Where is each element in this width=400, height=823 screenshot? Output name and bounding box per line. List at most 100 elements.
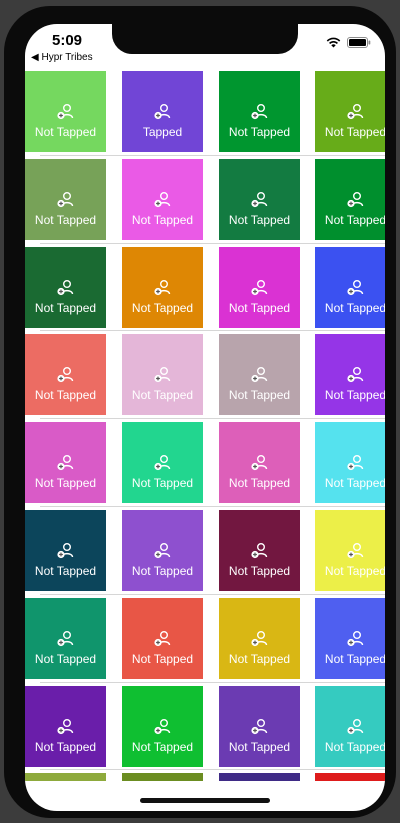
add-person-icon bbox=[56, 455, 73, 471]
add-person-icon bbox=[153, 455, 170, 471]
tribe-tile[interactable]: Not Tapped bbox=[219, 510, 300, 591]
tribe-tile[interactable]: Not Tapped bbox=[122, 422, 203, 503]
tribe-tile[interactable]: Not Tapped bbox=[122, 686, 203, 767]
tribe-tile[interactable]: Not Tapped bbox=[315, 510, 385, 591]
tile-status-label: Not Tapped bbox=[34, 388, 97, 402]
tribe-tile[interactable]: Not Tapped bbox=[25, 598, 106, 679]
tribe-tile[interactable]: Not Tapped bbox=[315, 71, 385, 152]
tribe-tile[interactable]: Not Tapped bbox=[122, 247, 203, 328]
add-person-icon bbox=[56, 104, 73, 120]
tribe-tile[interactable]: Not Tapped bbox=[25, 71, 106, 152]
tile-status-label: Not Tapped bbox=[228, 301, 291, 315]
add-person-icon bbox=[153, 280, 170, 296]
tile-status-label: Not Tapped bbox=[324, 388, 385, 402]
tile-status-label: Not Tapped bbox=[228, 476, 291, 490]
tribe-tile[interactable]: Not Tapped bbox=[219, 247, 300, 328]
tribe-tile[interactable]: Not Tapped bbox=[122, 510, 203, 591]
tile-status-label: Not Tapped bbox=[131, 652, 194, 666]
add-person-icon bbox=[346, 280, 363, 296]
add-person-icon bbox=[56, 367, 73, 383]
tile-status-label: Not Tapped bbox=[131, 213, 194, 227]
add-person-icon bbox=[153, 367, 170, 383]
tribe-tile[interactable]: Not Tapped bbox=[219, 334, 300, 415]
device-notch bbox=[112, 24, 298, 54]
row-separator bbox=[40, 682, 385, 683]
tribe-tile[interactable] bbox=[25, 773, 106, 781]
tribe-tile[interactable]: Not Tapped bbox=[25, 247, 106, 328]
tribe-tile[interactable]: Not Tapped bbox=[25, 686, 106, 767]
tile-status-label: Not Tapped bbox=[324, 213, 385, 227]
tile-status-label: Not Tapped bbox=[34, 476, 97, 490]
tribe-tile[interactable] bbox=[219, 773, 300, 781]
add-person-icon bbox=[56, 280, 73, 296]
tile-status-label: Not Tapped bbox=[324, 564, 385, 578]
tribe-tile[interactable]: Not Tapped bbox=[25, 422, 106, 503]
add-person-icon bbox=[346, 455, 363, 471]
tile-status-label: Not Tapped bbox=[34, 564, 97, 578]
tile-status-label: Not Tapped bbox=[131, 388, 194, 402]
add-person-icon bbox=[153, 631, 170, 647]
tribes-grid[interactable]: Not Tapped Tapped Not Tapped Not Tapped Not … bbox=[25, 71, 385, 781]
device-frame: 5:09 ◀ Hypr Tribes Not Tapped Tapped Not T… bbox=[4, 6, 396, 818]
tribe-tile[interactable]: Not Tapped bbox=[315, 422, 385, 503]
add-person-icon bbox=[250, 280, 267, 296]
tribe-tile[interactable]: Not Tapped bbox=[315, 686, 385, 767]
tile-status-label: Not Tapped bbox=[324, 740, 385, 754]
tile-status-label: Not Tapped bbox=[34, 740, 97, 754]
tribe-tile[interactable]: Not Tapped bbox=[315, 598, 385, 679]
tribe-tile[interactable]: Not Tapped bbox=[315, 247, 385, 328]
add-person-icon bbox=[346, 719, 363, 735]
add-person-icon bbox=[250, 104, 267, 120]
add-person-icon bbox=[56, 543, 73, 559]
row-separator bbox=[40, 155, 385, 156]
tribe-tile[interactable]: Not Tapped bbox=[122, 159, 203, 240]
tribe-tile[interactable]: Not Tapped bbox=[219, 686, 300, 767]
add-person-icon bbox=[346, 367, 363, 383]
add-person-icon bbox=[250, 719, 267, 735]
row-separator bbox=[40, 418, 385, 419]
tribe-tile[interactable]: Not Tapped bbox=[122, 598, 203, 679]
tile-status-label: Not Tapped bbox=[228, 740, 291, 754]
tile-status-label: Not Tapped bbox=[34, 301, 97, 315]
add-person-icon bbox=[153, 192, 170, 208]
row-separator bbox=[40, 506, 385, 507]
battery-icon bbox=[347, 37, 371, 48]
tribe-tile[interactable]: Not Tapped bbox=[219, 159, 300, 240]
tribe-tile[interactable]: Not Tapped bbox=[315, 159, 385, 240]
tile-status-label: Not Tapped bbox=[324, 652, 385, 666]
tribe-tile[interactable]: Not Tapped bbox=[25, 334, 106, 415]
tile-status-label: Not Tapped bbox=[324, 301, 385, 315]
status-icons bbox=[326, 37, 371, 48]
add-person-icon bbox=[56, 719, 73, 735]
row-separator bbox=[40, 330, 385, 331]
tile-status-label: Not Tapped bbox=[34, 652, 97, 666]
tribe-tile[interactable] bbox=[315, 773, 385, 781]
tribe-tile[interactable]: Not Tapped bbox=[219, 422, 300, 503]
tile-status-label: Not Tapped bbox=[228, 564, 291, 578]
tribe-tile[interactable]: Not Tapped bbox=[219, 71, 300, 152]
screen: 5:09 ◀ Hypr Tribes Not Tapped Tapped Not T… bbox=[25, 24, 385, 811]
tile-status-label: Tapped bbox=[142, 125, 183, 139]
add-person-icon bbox=[56, 192, 73, 208]
add-person-icon bbox=[153, 719, 170, 735]
add-person-icon bbox=[250, 367, 267, 383]
tribe-tile[interactable]: Not Tapped bbox=[219, 598, 300, 679]
tribe-tile[interactable]: Not Tapped bbox=[315, 334, 385, 415]
tribe-tile[interactable] bbox=[122, 773, 203, 781]
back-to-app-button[interactable]: ◀ Hypr Tribes bbox=[31, 52, 93, 63]
tribe-tile[interactable]: Not Tapped bbox=[25, 510, 106, 591]
tribe-tile[interactable]: Not Tapped bbox=[122, 334, 203, 415]
add-person-icon bbox=[346, 631, 363, 647]
tile-status-label: Not Tapped bbox=[131, 476, 194, 490]
home-indicator[interactable] bbox=[140, 798, 270, 803]
tribe-tile[interactable]: Tapped bbox=[122, 71, 203, 152]
add-person-icon bbox=[346, 543, 363, 559]
tile-status-label: Not Tapped bbox=[324, 476, 385, 490]
add-person-icon bbox=[346, 104, 363, 120]
tile-status-label: Not Tapped bbox=[228, 652, 291, 666]
tile-status-label: Not Tapped bbox=[131, 740, 194, 754]
tile-status-label: Not Tapped bbox=[228, 213, 291, 227]
add-person-icon bbox=[250, 455, 267, 471]
tribe-tile[interactable]: Not Tapped bbox=[25, 159, 106, 240]
add-person-icon bbox=[153, 543, 170, 559]
